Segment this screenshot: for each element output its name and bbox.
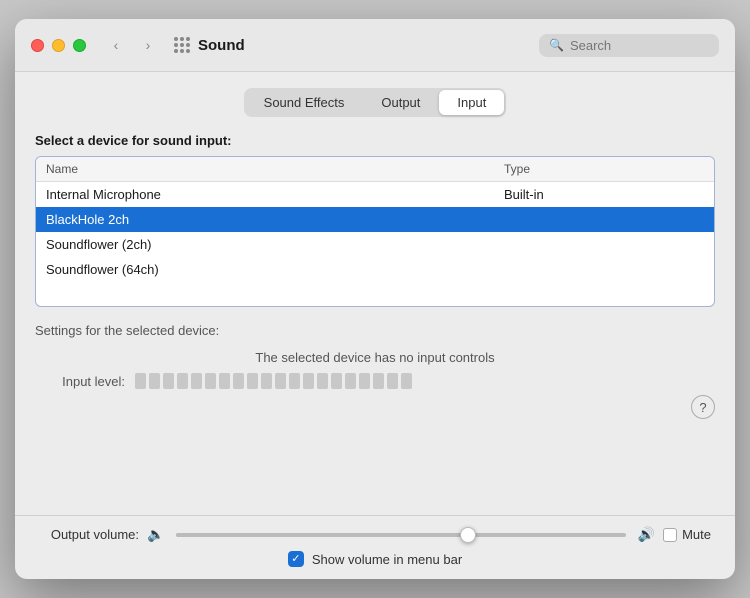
grid-dot: [180, 43, 184, 47]
level-bar: [219, 373, 230, 389]
column-name-header: Name: [46, 162, 504, 176]
device-name: BlackHole 2ch: [46, 212, 504, 227]
table-row[interactable]: Internal Microphone Built-in: [36, 182, 714, 207]
level-bar: [247, 373, 258, 389]
level-bar: [317, 373, 328, 389]
bottom-bar: Output volume: 🔈 🔊 Mute ✓ Show volume in…: [15, 515, 735, 579]
tabs-container: Sound Effects Output Input: [35, 88, 715, 117]
table-row[interactable]: BlackHole 2ch: [36, 207, 714, 232]
main-window: ‹ › Sound 🔍 Sound Ef: [15, 19, 735, 579]
search-icon: 🔍: [549, 38, 564, 52]
grid-dot: [180, 37, 184, 41]
no-controls-message: The selected device has no input control…: [35, 350, 715, 365]
volume-slider-thumb: [460, 527, 476, 543]
level-bar: [359, 373, 370, 389]
maximize-button[interactable]: [73, 39, 86, 52]
grid-dot: [186, 43, 190, 47]
search-box[interactable]: 🔍: [539, 34, 719, 57]
level-bar: [135, 373, 146, 389]
settings-section: Settings for the selected device: The se…: [35, 319, 715, 419]
forward-button[interactable]: ›: [134, 31, 162, 59]
show-volume-label: Show volume in menu bar: [312, 552, 462, 567]
tab-input[interactable]: Input: [439, 90, 504, 115]
mute-area[interactable]: Mute: [663, 527, 711, 542]
minimize-button[interactable]: [52, 39, 65, 52]
grid-dot: [174, 37, 178, 41]
volume-slider[interactable]: [176, 533, 625, 537]
level-bar: [233, 373, 244, 389]
device-name: Internal Microphone: [46, 187, 504, 202]
input-level-label: Input level:: [35, 374, 125, 389]
search-input[interactable]: [570, 38, 709, 53]
help-btn-container: ?: [35, 395, 715, 419]
device-section-label: Select a device for sound input:: [35, 133, 715, 148]
column-type-header: Type: [504, 162, 704, 176]
device-table: Name Type Internal Microphone Built-in B…: [35, 156, 715, 307]
tab-output[interactable]: Output: [363, 90, 438, 115]
titlebar: ‹ › Sound 🔍: [15, 19, 735, 72]
table-row-empty: [36, 282, 714, 306]
level-bar: [387, 373, 398, 389]
mute-label: Mute: [682, 527, 711, 542]
table-header: Name Type: [36, 157, 714, 182]
level-bar: [331, 373, 342, 389]
tab-sound-effects[interactable]: Sound Effects: [246, 90, 363, 115]
volume-slider-fill: [176, 533, 468, 537]
close-button[interactable]: [31, 39, 44, 52]
device-name: Soundflower (2ch): [46, 237, 504, 252]
window-title: Sound: [198, 37, 245, 54]
back-button[interactable]: ‹: [102, 31, 130, 59]
volume-row: Output volume: 🔈 🔊 Mute: [39, 526, 711, 543]
table-row[interactable]: Soundflower (64ch): [36, 257, 714, 282]
level-bar: [261, 373, 272, 389]
volume-high-icon: 🔊: [638, 526, 655, 543]
level-bar: [289, 373, 300, 389]
level-bar: [275, 373, 286, 389]
level-bar: [401, 373, 412, 389]
grid-dot: [174, 49, 178, 53]
device-type: [504, 212, 704, 227]
help-button[interactable]: ?: [691, 395, 715, 419]
mute-checkbox[interactable]: [663, 528, 677, 542]
device-section: Select a device for sound input: Name Ty…: [35, 133, 715, 307]
grid-dot: [180, 49, 184, 53]
checkmark-icon: ✓: [291, 554, 300, 565]
output-volume-label: Output volume:: [39, 527, 139, 542]
device-type: Built-in: [504, 187, 704, 202]
grid-dot: [186, 49, 190, 53]
settings-section-label: Settings for the selected device:: [35, 323, 715, 338]
show-volume-checkbox[interactable]: ✓: [288, 551, 304, 567]
level-bar: [177, 373, 188, 389]
device-name: Soundflower (64ch): [46, 262, 504, 277]
content-area: Sound Effects Output Input Select a devi…: [15, 72, 735, 515]
level-bar: [373, 373, 384, 389]
level-bar: [191, 373, 202, 389]
device-type: [504, 262, 704, 277]
tabs: Sound Effects Output Input: [244, 88, 507, 117]
table-row[interactable]: Soundflower (2ch): [36, 232, 714, 257]
app-grid-icon[interactable]: [174, 37, 190, 53]
level-bar: [205, 373, 216, 389]
nav-buttons: ‹ ›: [102, 31, 162, 59]
device-type: [504, 237, 704, 252]
input-level-row: Input level:: [35, 373, 715, 389]
level-bar: [345, 373, 356, 389]
level-bar: [303, 373, 314, 389]
traffic-lights: [31, 39, 86, 52]
show-volume-row: ✓ Show volume in menu bar: [39, 551, 711, 567]
grid-dot: [174, 43, 178, 47]
grid-dot: [186, 37, 190, 41]
volume-low-icon: 🔈: [147, 526, 164, 543]
level-bar: [149, 373, 160, 389]
level-bar: [163, 373, 174, 389]
input-level-bars: [135, 373, 412, 389]
